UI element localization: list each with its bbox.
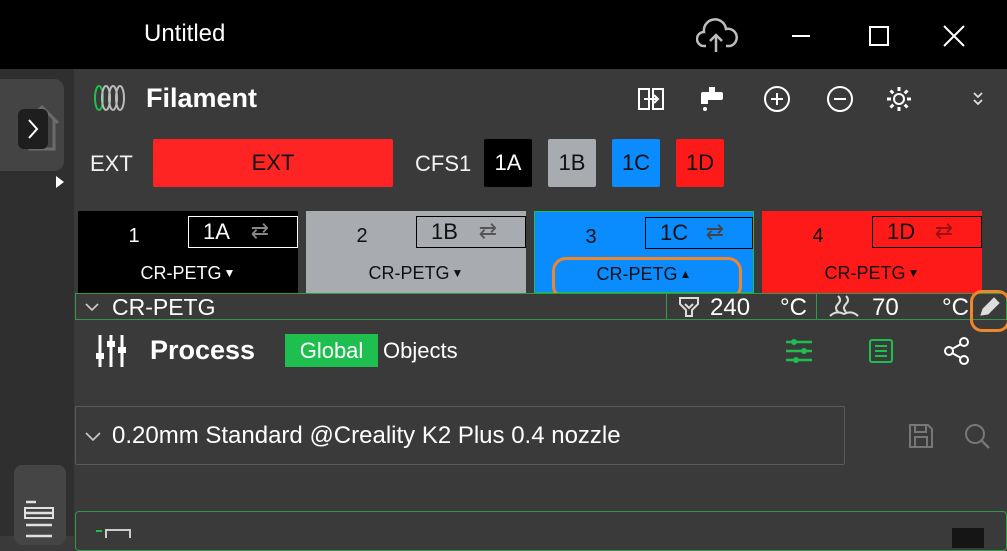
dropdown-arrow-icon: ▼ — [223, 266, 236, 280]
slot-chip-1a[interactable]: 1A — [484, 139, 532, 187]
close-button[interactable] — [931, 14, 977, 58]
slot-chip-1d[interactable]: 1D — [676, 139, 724, 187]
slot-chip-1c[interactable]: 1C — [612, 139, 660, 187]
chevron-down-icon — [85, 303, 99, 312]
card-material[interactable]: CR-PETG ▼ — [306, 263, 526, 284]
filament-card-1[interactable]: 1 1A ⇄ CR-PETG ▼ — [78, 211, 298, 293]
prepare-tab[interactable] — [14, 465, 66, 545]
card-number: 4 — [812, 225, 824, 247]
card-material[interactable]: CR-PETG ▼ — [78, 263, 298, 284]
bed-temp-icon — [829, 295, 859, 317]
sync-filament-icon[interactable] — [634, 82, 668, 116]
card-material[interactable]: CR-PETG ▼ — [762, 263, 982, 284]
bed-temp-unit: °C — [942, 294, 969, 321]
slot-chip-1b[interactable]: 1B — [548, 139, 596, 187]
gear-icon[interactable] — [882, 82, 916, 116]
filament-card-2[interactable]: 2 1B ⇄ CR-PETG ▼ — [306, 211, 526, 293]
chevron-down-icon — [85, 432, 101, 442]
edit-highlight-ring — [970, 290, 1007, 332]
card-slot-label: 1A — [203, 219, 230, 244]
card-material-label: CR-PETG — [368, 263, 450, 283]
process-table-icon[interactable] — [864, 334, 898, 368]
collapse-section-icon[interactable] — [970, 90, 986, 113]
card-slot-selector[interactable]: 1B ⇄ — [416, 216, 526, 248]
nozzle-temp-icon — [679, 297, 699, 317]
process-settings-list-icon[interactable] — [782, 334, 816, 368]
nozzle-temp-value[interactable]: 240 — [710, 294, 750, 322]
filament-spool-icon — [92, 82, 126, 119]
card-number: 3 — [585, 226, 597, 248]
divider — [666, 294, 667, 319]
maximize-button[interactable] — [856, 14, 902, 58]
card-number: 1 — [128, 225, 140, 247]
compare-nodes-icon[interactable] — [940, 334, 974, 368]
process-preset-select[interactable]: 0.20mm Standard @Creality K2 Plus 0.4 no… — [75, 406, 845, 465]
window-title: Untitled — [144, 20, 226, 47]
save-icon[interactable] — [904, 419, 938, 453]
add-icon[interactable] — [760, 82, 794, 116]
card-slot-selector[interactable]: 1A ⇄ — [188, 216, 298, 248]
dropdown-arrow-icon: ▼ — [451, 266, 464, 280]
divider — [816, 294, 817, 319]
filament-title: Filament — [146, 83, 258, 113]
cfs-label: CFS1 — [415, 151, 472, 176]
dropdown-arrow-icon: ▼ — [907, 266, 920, 280]
bed-temp-value[interactable]: 70 — [872, 294, 899, 322]
card-slot-label: 1C — [660, 220, 689, 245]
swap-icon: ⇄ — [478, 218, 497, 243]
filament-preset-name: CR-PETG — [112, 294, 216, 320]
collapse-arrow-icon[interactable] — [54, 175, 66, 194]
faucet-icon[interactable] — [696, 82, 730, 116]
minimize-button[interactable] — [778, 14, 824, 58]
swap-icon: ⇄ — [250, 218, 269, 243]
filament-card-4[interactable]: 4 1D ⇄ CR-PETG ▼ — [762, 211, 982, 293]
process-sliders-icon — [94, 333, 128, 374]
swap-icon: ⇄ — [705, 219, 724, 244]
list-icon — [24, 499, 54, 544]
panel-icon — [96, 529, 131, 538]
tab-global[interactable]: Global — [285, 334, 378, 367]
process-settings-panel — [75, 511, 1007, 551]
search-icon[interactable] — [960, 419, 994, 453]
left-rail — [0, 69, 74, 545]
card-slot-selector[interactable]: 1C ⇄ — [645, 217, 753, 249]
process-preset-name: 0.20mm Standard @Creality K2 Plus 0.4 no… — [112, 422, 621, 449]
process-title: Process — [150, 335, 256, 365]
home-tab[interactable] — [0, 79, 64, 171]
remove-icon[interactable] — [823, 82, 857, 116]
nozzle-temp-unit: °C — [780, 294, 807, 321]
card-material-label: CR-PETG — [140, 263, 222, 283]
swap-icon: ⇄ — [934, 218, 953, 243]
card-slot-label: 1B — [431, 219, 458, 244]
ext-label: EXT — [90, 151, 133, 176]
card-slot-label: 1D — [887, 219, 916, 244]
expand-sidebar-button[interactable] — [18, 109, 48, 149]
card-material-label: CR-PETG — [824, 263, 906, 283]
card-slot-selector[interactable]: 1D ⇄ — [872, 216, 982, 248]
ext-slot-button[interactable]: EXT — [153, 139, 393, 187]
card-number: 2 — [356, 225, 368, 247]
filament-preset-row[interactable]: CR-PETG 240 °C 70 °C — [75, 293, 1007, 322]
tab-objects[interactable]: Objects — [383, 338, 458, 364]
title-bar: Untitled — [0, 0, 1007, 69]
panel-toggle[interactable] — [952, 528, 984, 548]
cloud-upload-icon[interactable] — [695, 18, 738, 59]
